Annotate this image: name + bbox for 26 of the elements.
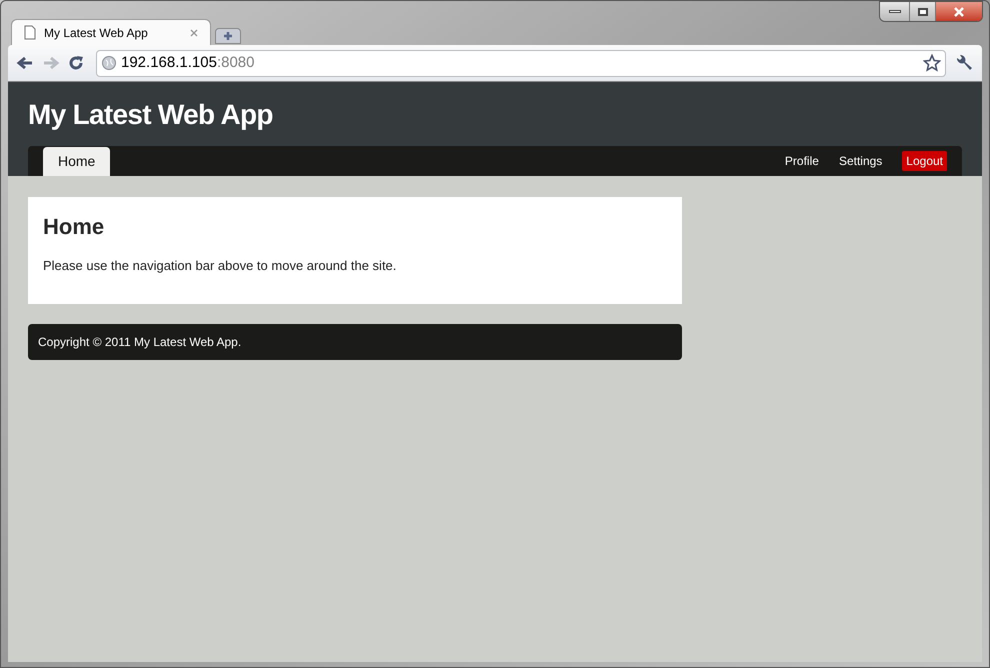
wrench-icon[interactable] [954, 53, 974, 73]
url-host: 192.168.1.105 [121, 52, 217, 73]
url-port: :8080 [216, 52, 254, 73]
close-button[interactable] [936, 2, 982, 21]
new-tab-button[interactable] [215, 28, 241, 44]
tab-title: My Latest Web App [44, 24, 149, 42]
browser-tab[interactable]: My Latest Web App [11, 19, 211, 45]
copyright-text: Copyright © 2011 My Latest Web App. [38, 334, 242, 350]
close-icon[interactable] [190, 28, 198, 36]
maximize-button[interactable] [910, 2, 936, 21]
star-icon[interactable] [923, 54, 941, 72]
plus-icon [223, 31, 233, 41]
nav-link[interactable]: Settings [838, 152, 882, 170]
back-icon[interactable] [16, 55, 34, 71]
globe-icon [101, 55, 117, 71]
minimize-button[interactable] [880, 2, 910, 21]
reload-icon[interactable] [68, 55, 84, 71]
page-heading: Home [43, 214, 106, 240]
page-icon [24, 25, 36, 40]
nav-tab[interactable]: Home [43, 147, 110, 176]
close-icon [953, 6, 965, 16]
intro-text: Please use the navigation bar above to move around the site. [43, 257, 398, 275]
nav-link[interactable]: Profile [784, 152, 819, 170]
logout-link[interactable]: Logout [902, 151, 947, 171]
address-bar[interactable]: 192.168.1.105:8080 [96, 50, 946, 76]
site-title: My Latest Web App [28, 98, 274, 132]
